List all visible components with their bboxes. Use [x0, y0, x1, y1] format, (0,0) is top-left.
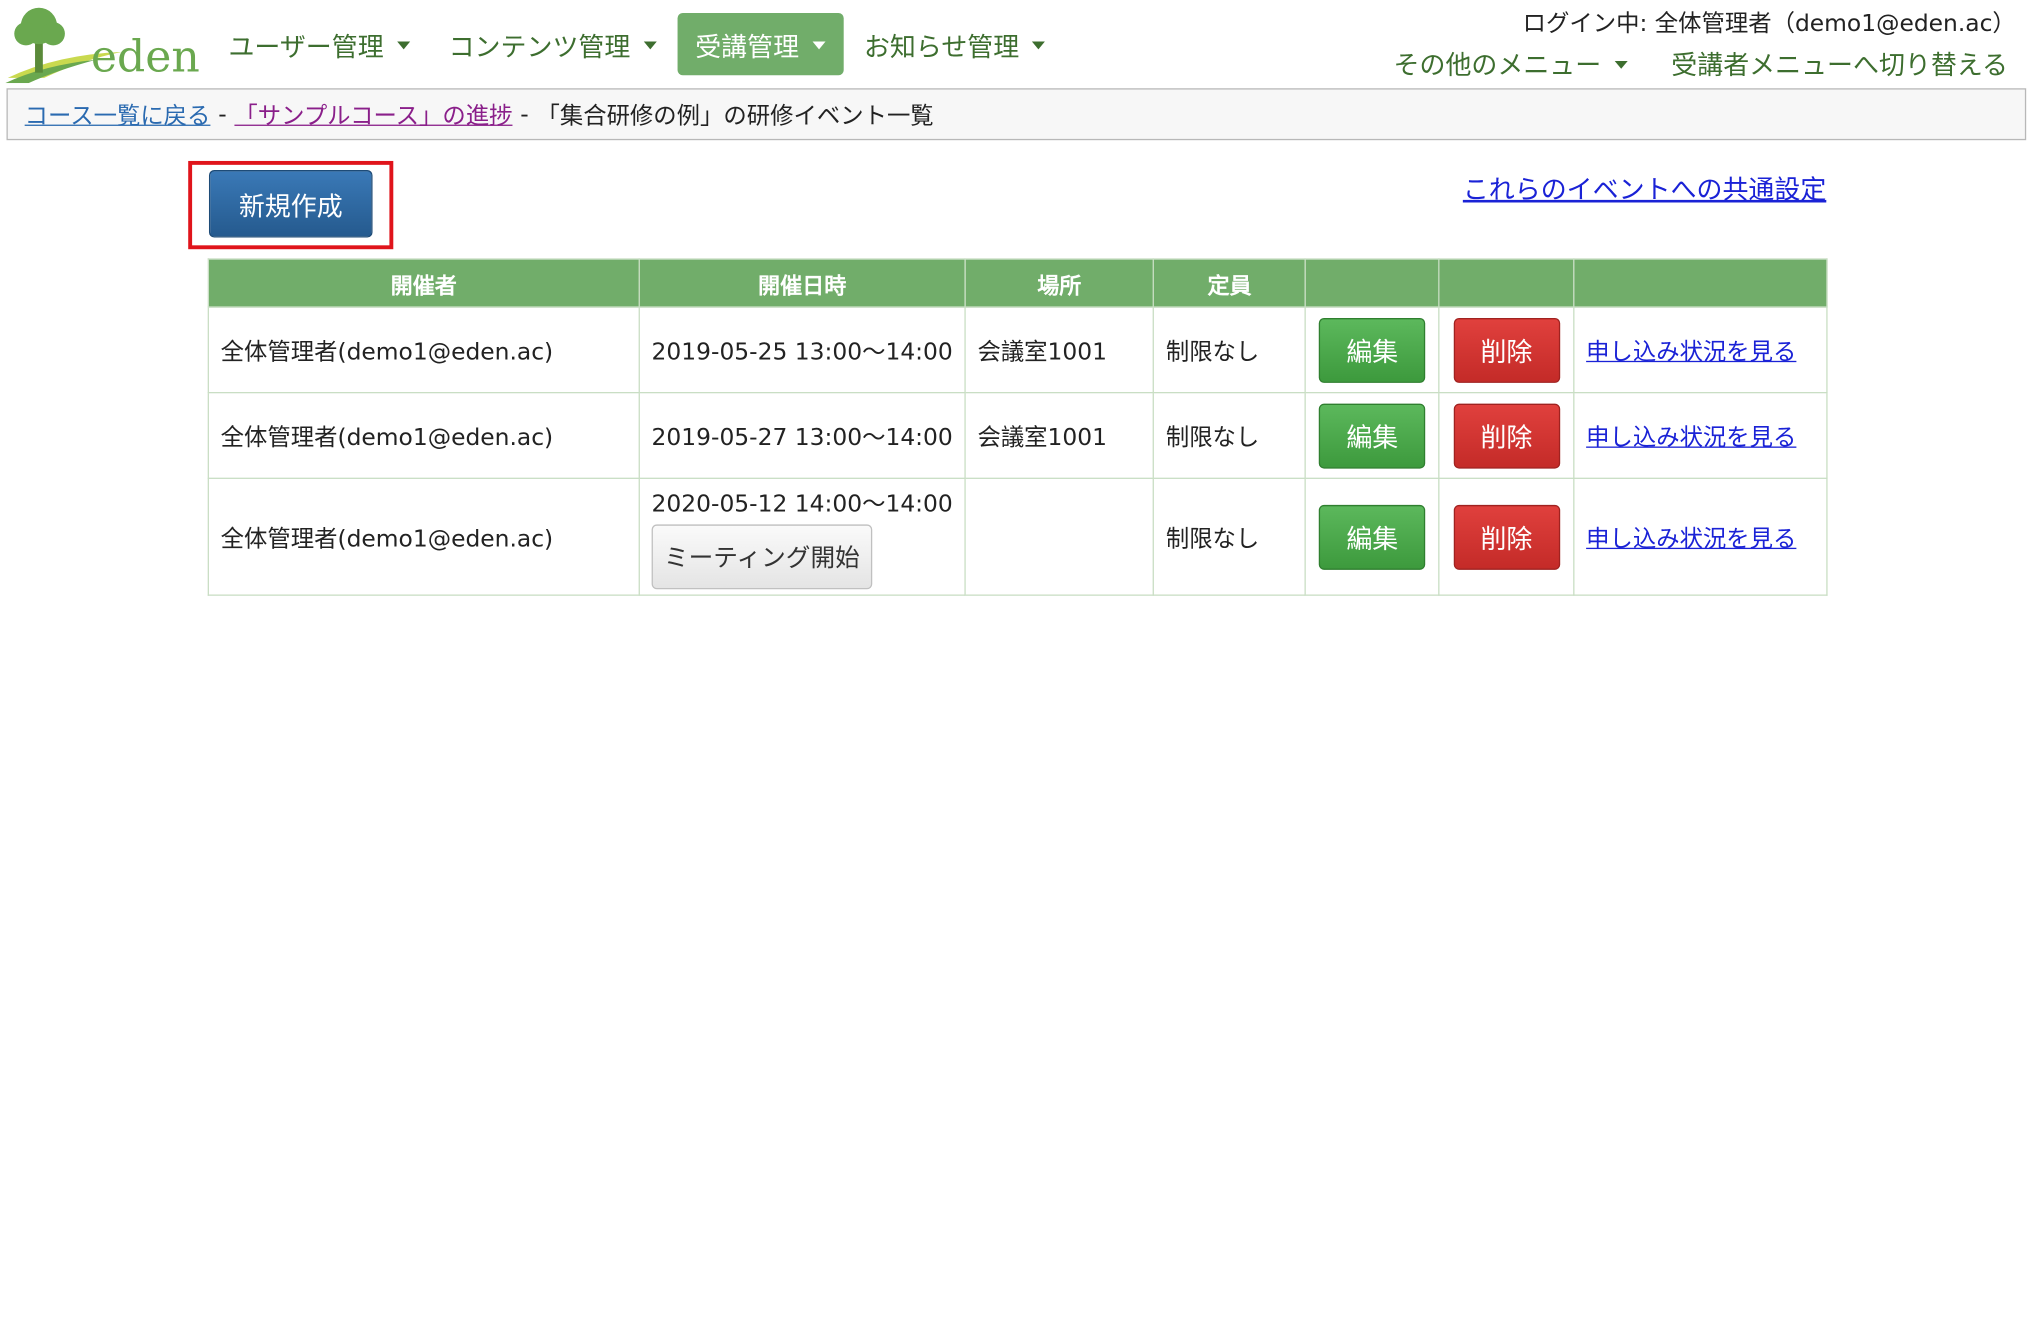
nav-label: お知らせ管理	[863, 30, 1020, 62]
breadcrumb-current: 「集合研修の例」の研修イベント一覧	[536, 102, 934, 130]
nav-label: 受講管理	[695, 30, 800, 62]
right-nav: その他のメニュー 受講者メニューへ切り替える	[1349, 44, 2008, 82]
organizer-cell: 全体管理者(demo1@eden.ac)	[207, 391, 640, 479]
edit-cell: 編集	[1304, 477, 1440, 596]
switch-menu-label: 受講者メニューへ切り替える	[1671, 49, 2009, 81]
header-datetime: 開催日時	[638, 258, 966, 308]
nav-notice-management[interactable]: お知らせ管理	[846, 13, 1064, 75]
organizer-cell: 全体管理者(demo1@eden.ac)	[207, 306, 640, 394]
datetime-cell: 2019-05-25 13:00〜14:00	[638, 306, 966, 394]
delete-button[interactable]: 削除	[1453, 317, 1560, 383]
login-status: ログイン中: 全体管理者（demo1@eden.ac）	[1522, 10, 2016, 38]
caret-down-icon	[1614, 60, 1628, 69]
new-event-button[interactable]: 新規作成	[208, 170, 373, 238]
eden-logo[interactable]: eden	[5, 3, 200, 84]
course-progress-link[interactable]: 「サンプルコース」の進捗	[234, 97, 512, 131]
delete-button[interactable]: 削除	[1453, 504, 1560, 570]
switch-to-student-menu[interactable]: 受講者メニューへ切り替える	[1671, 44, 2008, 82]
status-cell: 申し込み状況を見る	[1573, 477, 1828, 596]
capacity-cell: 制限なし	[1152, 391, 1307, 479]
back-to-courses-link[interactable]: コース一覧に戻る	[25, 97, 211, 131]
capacity-cell: 制限なし	[1152, 477, 1307, 596]
delete-cell: 削除	[1438, 391, 1575, 479]
datetime-cell: 2019-05-27 13:00〜14:00	[638, 391, 966, 479]
delete-cell: 削除	[1438, 477, 1575, 596]
header-capacity: 定員	[1152, 258, 1307, 308]
breadcrumb-separator: -	[218, 100, 227, 128]
table-row: 全体管理者(demo1@eden.ac) 2019-05-27 13:00〜14…	[207, 391, 1828, 479]
edit-button[interactable]: 編集	[1319, 317, 1426, 383]
other-menu-dropdown[interactable]: その他のメニュー	[1394, 44, 1628, 82]
organizer-cell: 全体管理者(demo1@eden.ac)	[207, 477, 640, 596]
header-status	[1573, 258, 1828, 308]
logo-text: eden	[90, 31, 200, 84]
edit-cell: 編集	[1304, 306, 1440, 394]
place-cell: 会議室1001	[964, 306, 1155, 394]
status-cell: 申し込み状況を見る	[1573, 391, 1828, 479]
main-nav: ユーザー管理 コンテンツ管理 受講管理 お知らせ管理	[210, 12, 1066, 76]
breadcrumb-separator: -	[520, 100, 529, 128]
header-place: 場所	[964, 258, 1155, 308]
edit-cell: 編集	[1304, 391, 1440, 479]
page: eden ユーザー管理 コンテンツ管理 受講管理 お知らせ管理 ログイン中: 全…	[0, 0, 2034, 1323]
header-delete	[1438, 258, 1575, 308]
nav-content-management[interactable]: コンテンツ管理	[430, 13, 674, 75]
view-applications-link[interactable]: 申し込み状況を見る	[1586, 338, 1796, 365]
edit-button[interactable]: 編集	[1319, 403, 1426, 468]
caret-down-icon	[812, 41, 826, 50]
table-row: 全体管理者(demo1@eden.ac) 2019-05-25 13:00〜14…	[207, 306, 1828, 394]
view-applications-link[interactable]: 申し込み状況を見る	[1586, 424, 1796, 451]
place-cell: 会議室1001	[964, 391, 1155, 479]
common-settings-link[interactable]: これらのイベントへの共通設定	[1463, 169, 1826, 207]
nav-label: ユーザー管理	[228, 30, 384, 62]
nav-course-management[interactable]: 受講管理	[677, 12, 844, 76]
other-menu-label: その他のメニュー	[1393, 49, 1602, 81]
start-meeting-button[interactable]: ミーティング開始	[651, 523, 873, 589]
header-edit	[1304, 258, 1440, 308]
delete-cell: 削除	[1438, 306, 1575, 394]
header-organizer: 開催者	[207, 258, 640, 308]
caret-down-icon	[396, 41, 410, 50]
datetime-text: 2020-05-12 14:00〜14:00	[651, 489, 953, 518]
table-row: 全体管理者(demo1@eden.ac) 2020-05-12 14:00〜14…	[207, 477, 1828, 596]
status-cell: 申し込み状況を見る	[1573, 306, 1828, 394]
delete-button[interactable]: 削除	[1453, 403, 1560, 468]
events-table: 開催者 開催日時 場所 定員 全体管理者(demo1@eden.ac) 2019…	[207, 258, 1828, 596]
breadcrumb: コース一覧に戻る - 「サンプルコース」の進捗 - 「集合研修の例」の研修イベン…	[6, 88, 2027, 141]
table-header-row: 開催者 開催日時 場所 定員	[207, 258, 1828, 308]
nav-label: コンテンツ管理	[448, 30, 631, 62]
caret-down-icon	[643, 41, 657, 50]
view-applications-link[interactable]: 申し込み状況を見る	[1586, 525, 1796, 552]
place-cell	[964, 477, 1155, 596]
nav-user-management[interactable]: ユーザー管理	[210, 13, 428, 75]
datetime-cell: 2020-05-12 14:00〜14:00 ミーティング開始	[638, 477, 966, 596]
caret-down-icon	[1032, 41, 1046, 50]
edit-button[interactable]: 編集	[1319, 504, 1426, 570]
capacity-cell: 制限なし	[1152, 306, 1307, 394]
